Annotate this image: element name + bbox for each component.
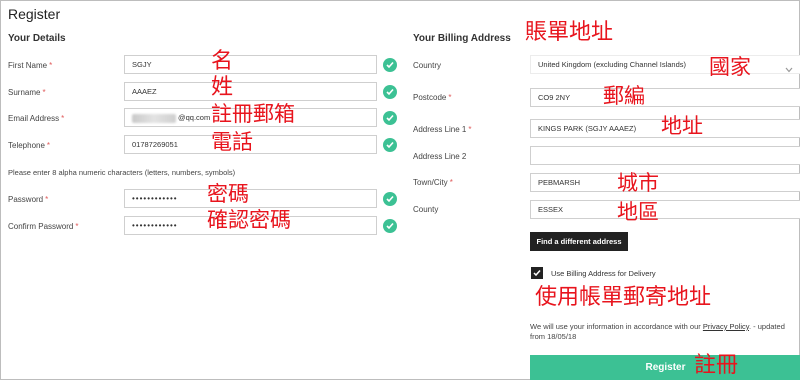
annotation-email: 註冊郵箱 [211,102,295,126]
annotation-use-billing: 使用帳單郵寄地址 [535,285,712,310]
billing-address-heading: Your Billing Address [413,33,511,44]
annotation-city: 城市 [617,171,659,195]
address-line-1-label: Address Line 1 * [413,125,472,134]
annotation-password: 密碼 [207,182,249,206]
country-label: Country [413,61,442,70]
surname-input[interactable]: AAAEZ [124,82,377,101]
county-input[interactable]: ESSEX [530,200,800,219]
postcode-label: Postcode * [413,93,452,102]
register-button[interactable]: Register [530,355,800,380]
confirm-password-valid-icon [383,219,397,233]
telephone-valid-icon [383,138,397,152]
your-details-heading: Your Details [8,33,66,44]
telephone-label: Telephone * [8,141,51,150]
annotation-postcode: 郵編 [603,84,645,108]
annotation-county: 地區 [617,200,659,224]
registration-form: Register Your Details First Name * SGJY S… [0,0,800,380]
town-city-input[interactable]: PEBMARSH [530,173,800,192]
password-input[interactable]: •••••••••••• [124,189,377,208]
privacy-policy-link[interactable]: Privacy Policy [703,322,749,331]
password-label: Password * [8,195,49,204]
annotation-country: 國家 [709,55,751,79]
annotation-surname: 姓 [211,75,234,100]
find-different-address-button[interactable]: Find a different address [530,232,628,251]
chevron-down-icon [785,62,793,73]
confirm-password-label: Confirm Password * [8,222,79,231]
annotation-address: 地址 [661,114,703,138]
use-billing-for-delivery-checkbox[interactable] [531,267,543,279]
postcode-input[interactable]: CO9 2NY [530,88,800,107]
first-name-label: First Name * [8,61,53,70]
password-valid-icon [383,192,397,206]
redacted-email-blur [132,113,176,123]
surname-label: Surname * [8,88,46,97]
county-label: County [413,205,439,214]
country-select[interactable]: United Kingdom (excluding Channel Island… [530,55,800,74]
email-label: Email Address * [8,114,65,123]
first-name-valid-icon [383,58,397,72]
annotation-telephone: 電話 [211,130,253,154]
address-line-2-input[interactable] [530,146,800,165]
first-name-input[interactable]: SGJY [124,55,377,74]
annotation-billing-address: 賬單地址 [525,20,614,45]
town-city-label: Town/City * [413,178,453,187]
annotation-register: 註冊 [694,353,739,378]
use-billing-for-delivery-label: Use Billing Address for Delivery [551,269,656,278]
address-line-2-label: Address Line 2 [413,152,467,161]
password-hint: Please enter 8 alpha numeric characters … [8,168,236,177]
annotation-confirm-password: 確認密碼 [207,208,291,232]
annotation-first-name: 名 [211,49,234,74]
email-valid-icon [383,111,397,125]
privacy-notice: We will use your information in accordan… [530,322,785,341]
surname-valid-icon [383,85,397,99]
page-title: Register [8,6,61,22]
